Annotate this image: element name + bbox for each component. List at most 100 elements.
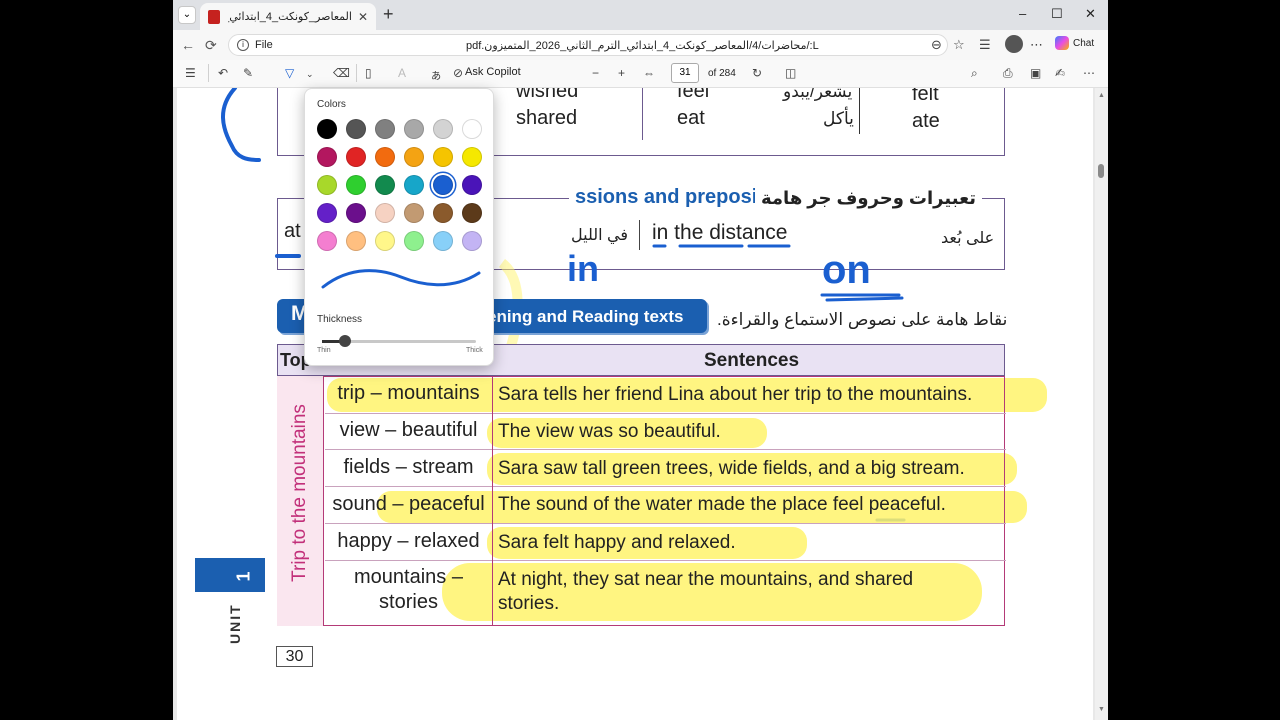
save-icon[interactable]: ▣: [1030, 66, 1041, 80]
blue-bracket-stroke: [221, 88, 261, 162]
color-swatch[interactable]: [404, 119, 424, 139]
maximize-button[interactable]: ☐: [1051, 6, 1063, 22]
sentence-5: Sara felt happy and relaxed.: [498, 532, 736, 553]
vertical-scrollbar[interactable]: ▲ ▼: [1095, 88, 1108, 720]
extensions-icon[interactable]: ⋯: [1030, 37, 1043, 53]
color-swatch[interactable]: [433, 231, 453, 251]
color-swatch[interactable]: [317, 231, 337, 251]
color-swatch[interactable]: [317, 119, 337, 139]
close-window-button[interactable]: ✕: [1085, 6, 1096, 22]
avatar[interactable]: [1005, 35, 1023, 53]
color-swatch[interactable]: [462, 147, 482, 167]
copilot-chat-label: Chat: [1073, 37, 1095, 49]
url-field[interactable]: i File L:/محاضرات/4/المعاصر_كونكت_4_ابتد…: [228, 34, 948, 56]
thickness-title: Thickness: [317, 314, 363, 325]
color-swatch[interactable]: [433, 203, 453, 223]
highlight-icon[interactable]: ✎: [243, 66, 253, 80]
undo-icon[interactable]: ↶: [218, 66, 228, 80]
zoom-in-button[interactable]: +: [618, 66, 625, 80]
color-swatch[interactable]: [433, 119, 453, 139]
new-tab-button[interactable]: +: [383, 4, 394, 25]
sentence-3: Sara saw tall green trees, wide fields, …: [498, 458, 965, 479]
draw-icon[interactable]: ▽: [285, 66, 294, 80]
color-swatch[interactable]: [462, 175, 482, 195]
color-swatch[interactable]: [375, 175, 395, 195]
handwritten-in: in: [567, 248, 599, 289]
minimize-button[interactable]: –: [1019, 6, 1026, 21]
chevron-down-icon[interactable]: ⌄: [306, 69, 314, 80]
color-swatch[interactable]: [375, 119, 395, 139]
color-swatch[interactable]: [317, 203, 337, 223]
color-swatch[interactable]: [375, 231, 395, 251]
color-swatch[interactable]: [317, 175, 337, 195]
favorites-icon[interactable]: ☰: [979, 37, 991, 53]
sentence-1: Sara tells her friend Lina about her tri…: [498, 384, 973, 405]
color-swatch[interactable]: [404, 231, 424, 251]
color-swatch[interactable]: [404, 203, 424, 223]
two-page-icon[interactable]: ◫: [785, 66, 796, 80]
info-icon[interactable]: i: [237, 39, 249, 51]
pdf-icon: [208, 9, 220, 24]
scroll-up-icon[interactable]: ▲: [1098, 92, 1105, 99]
read-aloud-icon[interactable]: ぁ: [430, 66, 442, 83]
scroll-down-icon[interactable]: ▼: [1098, 706, 1105, 713]
back-button[interactable]: ←: [181, 37, 195, 53]
print-icon[interactable]: ⎙: [1003, 66, 1013, 81]
color-swatch[interactable]: [462, 203, 482, 223]
color-swatch[interactable]: [346, 147, 366, 167]
table-row: [325, 449, 1006, 450]
thickness-slider[interactable]: [322, 335, 476, 347]
copilot-icon: [1055, 36, 1069, 50]
table-row: [325, 413, 1006, 414]
section-title-ar: نقاط هامة على نصوص الاستماع والقراءة.: [717, 310, 1008, 329]
scrollbar-thumb[interactable]: [1098, 164, 1104, 178]
eraser-icon[interactable]: ⌫: [333, 66, 350, 80]
color-swatch[interactable]: [404, 175, 424, 195]
table-row: [325, 560, 1006, 561]
stroke-preview: [321, 269, 481, 289]
url-text: L:/محاضرات/4/المعاصر_كونكت_4_ابتدائي_الت…: [465, 39, 819, 52]
color-swatch[interactable]: [462, 119, 482, 139]
color-swatch[interactable]: [462, 231, 482, 251]
color-swatch[interactable]: [433, 175, 453, 195]
color-swatch[interactable]: [346, 175, 366, 195]
color-swatch[interactable]: [375, 203, 395, 223]
ask-copilot-button[interactable]: Ask Copilot: [465, 66, 521, 78]
sentence-4: The sound of the water made the place fe…: [498, 494, 946, 515]
tab-pdf[interactable]: المعاصر_كونكت_4_ابتدائي_الترم_الثا* ✕: [200, 3, 376, 30]
keyword-2: view – beautiful: [339, 419, 478, 441]
underline-on-stroke: [820, 293, 904, 302]
keyword-3: fields – stream: [343, 456, 474, 478]
color-swatch[interactable]: [404, 147, 424, 167]
contents-icon[interactable]: ☰: [185, 66, 196, 80]
copilot-pdf-icon[interactable]: ⊘: [453, 66, 463, 80]
zoom-icon[interactable]: ⊖: [931, 37, 942, 53]
color-swatch[interactable]: [317, 147, 337, 167]
thick-label: Thick: [466, 347, 483, 354]
more-options-icon[interactable]: ⋯: [1083, 66, 1095, 80]
reload-button[interactable]: ⟳: [205, 37, 217, 54]
unit-label: UNIT: [227, 603, 243, 644]
color-swatch[interactable]: [433, 147, 453, 167]
close-tab-icon[interactable]: ✕: [358, 10, 368, 24]
page-number-input[interactable]: 31: [671, 63, 699, 83]
tab-actions-menu[interactable]: ⌄: [178, 6, 196, 24]
color-swatch[interactable]: [346, 203, 366, 223]
thin-label: Thin: [317, 347, 331, 354]
zoom-out-button[interactable]: −: [592, 66, 599, 80]
color-swatch[interactable]: [375, 147, 395, 167]
color-swatch[interactable]: [346, 231, 366, 251]
favorite-star-icon[interactable]: ☆: [953, 37, 965, 53]
table-row: [325, 523, 1006, 524]
fit-page-icon[interactable]: ⇔: [643, 66, 655, 80]
handwritten-on: on: [822, 248, 871, 292]
rotate-icon[interactable]: ↻: [752, 66, 762, 80]
search-icon[interactable]: ⌕: [971, 66, 978, 81]
color-swatch[interactable]: [346, 119, 366, 139]
keyword-1: trip – mountains: [337, 382, 480, 404]
copilot-chat-button[interactable]: Chat: [1055, 36, 1094, 50]
colors-title: Colors: [317, 99, 346, 110]
page-view-icon[interactable]: ▯: [365, 66, 372, 80]
save-as-icon[interactable]: ✍: [1055, 66, 1065, 80]
thickness-slider-knob[interactable]: [339, 335, 352, 347]
